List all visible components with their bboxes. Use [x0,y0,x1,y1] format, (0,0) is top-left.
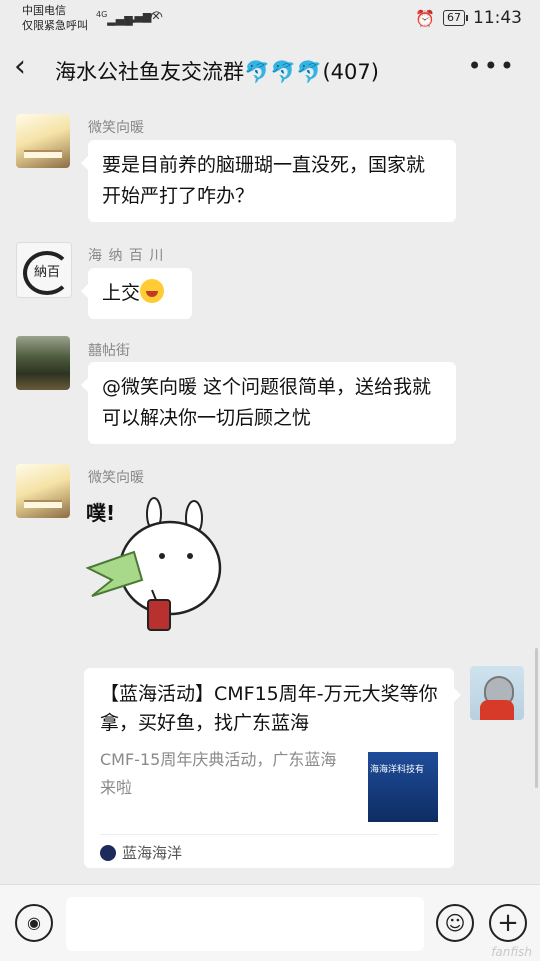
sender-name: 微笑向暖 [88,120,144,136]
back-icon[interactable]: ‹ [14,52,26,82]
source-name: 蓝海海洋 [122,844,183,862]
bunny-sticker[interactable]: 噗! [82,492,222,642]
card-source: 蓝海海洋 [100,842,182,863]
shared-link-card[interactable]: 【蓝海活动】CMF15周年-万元大奖等你拿，买好鱼，找广东蓝海 CMF-15周年… [84,668,461,868]
source-logo-icon [100,844,116,861]
emergency-label: 仅限紧急呼叫 [22,19,88,32]
status-bar: 中国电信 仅限紧急呼叫 4G▂▄▆ ▂▄▆✕ ◠ ⏰ 67 11:43 [0,0,540,40]
card-divider [100,834,438,835]
wifi-icon: ◠ [150,7,164,25]
battery-icon: 67 [443,10,468,26]
alarm-icon: ⏰ [415,8,435,28]
emoji-icon[interactable]: ☺ [436,904,474,942]
sender-name: 微笑向暖 [88,470,144,486]
card-description: CMF-15周年庆典活动，广东蓝海来啦 [100,750,337,797]
more-icon[interactable]: ••• [468,52,516,80]
network-type: 4G [96,10,108,19]
plus-icon[interactable]: + [489,904,527,942]
card-thumbnail: 海海洋科技有 [368,752,438,822]
avatar[interactable]: 納百 [16,242,72,298]
message-bubble[interactable]: 要是目前养的脑珊瑚一直没死，国家就开始严打了咋办？ [81,140,456,222]
carrier-name: 中国电信 [22,4,66,17]
clock: 11:43 [473,8,522,28]
message-text: 上交 [102,282,141,304]
avatar[interactable] [16,464,70,518]
laugh-cry-emoji-icon [140,279,165,303]
card-title: 【蓝海活动】CMF15周年-万元大奖等你拿，买好鱼，找广东蓝海 [100,683,438,734]
input-bar: ◉ ☺ + fanfish [0,884,540,961]
message-input[interactable] [66,897,424,951]
status-right: ⏰ 67 11:43 [415,8,522,28]
avatar[interactable] [16,336,70,390]
chat-header: ‹ 海水公社鱼友交流群🐬🐬🐬(407) ••• [0,40,540,100]
thumbnail-text: 海海洋科技有 [370,765,425,775]
message-bubble[interactable]: 上交 [81,268,192,319]
avatar[interactable] [470,666,524,720]
bunny-sticker-image: 噗! [85,497,222,631]
watermark: fanfish [491,945,532,959]
chat-title: 海水公社鱼友交流群🐬🐬🐬(407) [55,60,379,84]
sender-name: 囍帖街 [88,343,130,359]
sticker-text: 噗! [86,501,115,525]
avatar[interactable] [16,114,70,168]
carrier-info: 中国电信 仅限紧急呼叫 [22,3,88,33]
voice-icon[interactable]: ◉ [15,904,53,942]
sender-name: 海 纳 百 川 [88,248,165,264]
message-bubble[interactable]: @微笑向暖 这个问题很简单，送给我就可以解决你一切后顾之忧 [81,362,456,444]
scrollbar[interactable] [535,648,538,788]
